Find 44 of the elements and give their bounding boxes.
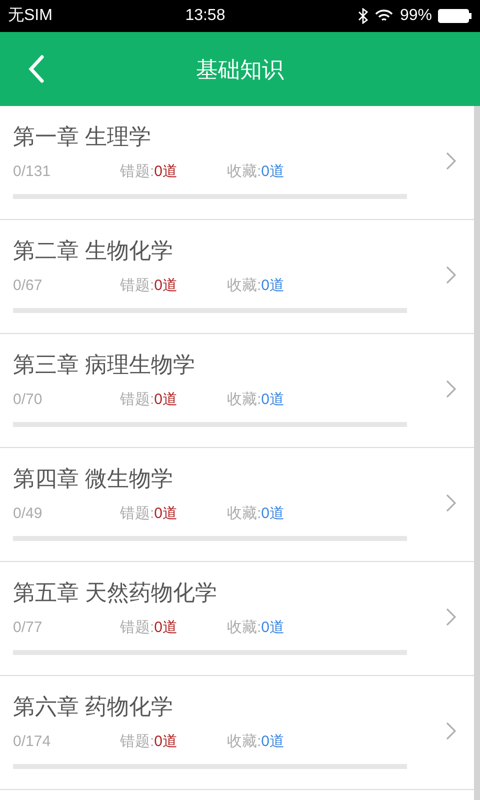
carrier-label: 无SIM [8, 6, 52, 26]
chapter-title: 第一章 生理学 [13, 123, 152, 151]
progress-count: 0/131 [13, 162, 52, 182]
chapter-row[interactable]: 第四章 微生物学 0/49 错题:0道 收藏:0道 [0, 448, 474, 562]
wrong-count: 错题:0道 [120, 390, 179, 410]
chevron-right-icon [446, 152, 456, 170]
favorite-count: 收藏:0道 [227, 732, 285, 752]
progress-count: 0/67 [13, 276, 44, 296]
back-icon [28, 55, 44, 83]
chapter-row[interactable]: 第五章 天然药物化学 0/77 错题:0道 收藏:0道 [0, 562, 474, 676]
chapter-title: 第六章 药物化学 [13, 693, 174, 721]
clock: 13:58 [185, 6, 226, 26]
favorite-count: 收藏:0道 [227, 162, 285, 182]
wrong-count: 错题:0道 [120, 276, 179, 296]
favorite-count: 收藏:0道 [227, 618, 285, 638]
favorite-count: 收藏:0道 [227, 390, 285, 410]
chapter-row[interactable]: 第三章 病理生物学 0/70 错题:0道 收藏:0道 [0, 334, 474, 448]
progress-count: 0/70 [13, 390, 44, 410]
chevron-right-icon [446, 608, 456, 626]
chapter-title: 第二章 生物化学 [13, 237, 174, 265]
favorite-count: 收藏:0道 [227, 504, 285, 524]
chevron-right-icon [446, 266, 456, 284]
chapter-row[interactable]: 第六章 药物化学 0/174 错题:0道 收藏:0道 [0, 676, 474, 790]
wrong-count: 错题:0道 [120, 618, 179, 638]
chapter-title: 第三章 病理生物学 [13, 351, 196, 379]
battery-percent: 99% [400, 6, 432, 26]
battery-icon [438, 8, 472, 24]
chapter-row[interactable]: 第二章 生物化学 0/67 错题:0道 收藏:0道 [0, 220, 474, 334]
progress-count: 0/77 [13, 618, 44, 638]
wrong-count: 错题:0道 [120, 732, 179, 752]
progress-count: 0/174 [13, 732, 52, 752]
bluetooth-icon [358, 8, 368, 24]
chevron-right-icon [446, 494, 456, 512]
chevron-right-icon [446, 380, 456, 398]
progress-count: 0/49 [13, 504, 44, 524]
wifi-icon [374, 9, 394, 23]
page-title: 基础知识 [196, 56, 284, 84]
chapter-title: 第四章 微生物学 [13, 465, 174, 493]
chevron-right-icon [446, 722, 456, 740]
chapter-title: 第五章 天然药物化学 [13, 579, 218, 607]
chapter-row[interactable]: 第一章 生理学 0/131 错题:0道 收藏:0道 [0, 106, 474, 220]
wrong-count: 错题:0道 [120, 504, 179, 524]
wrong-count: 错题:0道 [120, 162, 179, 182]
favorite-count: 收藏:0道 [227, 276, 285, 296]
